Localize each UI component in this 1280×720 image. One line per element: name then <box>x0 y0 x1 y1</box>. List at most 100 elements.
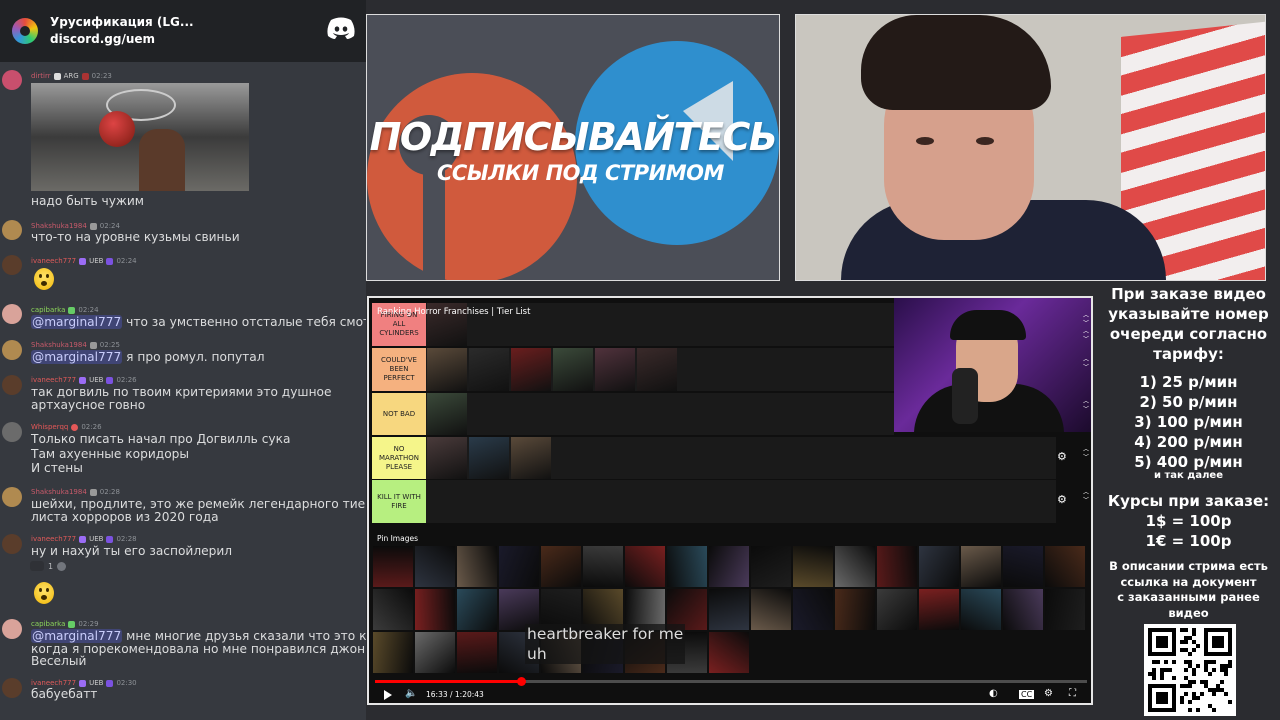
video-player[interactable]: FIRING ON ALL CYLINDERS COULD'VE BEEN PER… <box>367 296 1093 705</box>
message-text-line: артхаусное говно <box>31 398 146 412</box>
pin-thumbnail[interactable] <box>877 546 917 587</box>
badge-icon <box>71 424 79 431</box>
username[interactable]: capibarka <box>31 306 65 315</box>
movie-thumbnail[interactable] <box>511 348 551 391</box>
username[interactable]: ivaneech777 <box>31 535 76 544</box>
pin-thumbnail[interactable] <box>751 589 791 630</box>
username[interactable]: Whisperqq <box>31 423 68 432</box>
pin-thumbnail[interactable] <box>583 546 623 587</box>
pin-thumbnail[interactable] <box>709 546 749 587</box>
tier-move-icon[interactable]: ︿ ﹀ <box>1083 489 1089 505</box>
pin-thumbnail[interactable] <box>1045 589 1085 630</box>
add-reaction-icon[interactable] <box>57 561 67 571</box>
tier-label[interactable]: NO MARATHON PLEASE <box>372 437 426 479</box>
message-text: @marginal777 что за умственно отсталые т… <box>31 315 366 330</box>
pin-thumbnail[interactable] <box>1045 546 1085 587</box>
pin-thumbnail[interactable] <box>457 632 497 673</box>
price-etc: и так далее <box>1153 470 1223 481</box>
fullscreen-icon[interactable]: ⛶ <box>1069 688 1076 699</box>
video-title[interactable]: Ranking Horror Franchises | Tier List <box>377 307 530 317</box>
pin-thumbnail[interactable] <box>835 546 875 587</box>
pin-thumbnail[interactable] <box>919 546 959 587</box>
tier-move-icon[interactable]: ︿ ﹀ ︿ ﹀ <box>1083 312 1089 344</box>
badge-icon <box>79 536 87 543</box>
pin-thumbnail[interactable] <box>373 589 413 630</box>
movie-thumbnail[interactable] <box>427 348 467 391</box>
pin-thumbnail[interactable] <box>415 589 455 630</box>
tier-label[interactable]: KILL IT WITH FIRE <box>372 480 426 523</box>
movie-thumbnail[interactable] <box>511 437 551 479</box>
movie-thumbnail[interactable] <box>427 437 467 479</box>
tier-settings-gear-icon[interactable]: ⚙ <box>1057 450 1067 463</box>
chat-header: Урусификация (LG... discord.gg/uem <box>0 0 366 62</box>
pin-thumbnail[interactable] <box>457 589 497 630</box>
pin-thumbnail[interactable] <box>373 546 413 587</box>
pin-thumbnail[interactable] <box>919 589 959 630</box>
username[interactable]: capibarka <box>31 620 65 629</box>
pin-thumbnail[interactable] <box>793 589 833 630</box>
message-meta: capibarka 02:24 <box>31 306 99 315</box>
username[interactable]: ivaneech777 <box>31 376 76 385</box>
message-meta: Shakshuka1984 02:28 <box>31 488 120 497</box>
captions-icon[interactable]: CC <box>1019 690 1035 699</box>
message-meta: ivaneech777 UEB 02:26 <box>31 376 137 385</box>
server-info: Урусификация (LG... discord.gg/uem <box>50 14 194 48</box>
username[interactable]: Shakshuka1984 <box>31 488 87 497</box>
settings-gear-icon[interactable]: ⚙ <box>1044 688 1053 699</box>
pin-thumbnail[interactable] <box>793 546 833 587</box>
server-link[interactable]: discord.gg/uem <box>50 31 194 48</box>
embedded-image[interactable] <box>31 83 249 191</box>
pin-thumbnail[interactable] <box>709 589 749 630</box>
tier-move-icon[interactable]: ︿ ﹀ <box>1083 398 1089 414</box>
username[interactable]: dirtirr <box>31 72 51 81</box>
badge-icon <box>89 342 97 349</box>
tier-move-icon[interactable]: ︿ ﹀ <box>1083 446 1089 462</box>
pin-thumbnail[interactable] <box>373 632 413 673</box>
movie-thumbnail[interactable] <box>469 348 509 391</box>
player-figure <box>139 129 185 191</box>
pin-thumbnail[interactable] <box>457 546 497 587</box>
pin-thumbnail[interactable] <box>625 546 665 587</box>
mention[interactable]: @marginal777 <box>31 629 123 643</box>
reaction-emoji-icon <box>30 561 44 571</box>
server-name: Урусификация (LG... <box>50 15 194 29</box>
play-icon[interactable] <box>384 690 392 700</box>
timestamp: 02:28 <box>99 488 120 496</box>
pin-thumbnail[interactable] <box>751 546 791 587</box>
tier-label[interactable]: NOT BAD <box>372 393 426 435</box>
pin-row <box>373 589 1091 630</box>
pin-thumbnail[interactable] <box>961 589 1001 630</box>
movie-thumbnail[interactable] <box>469 437 509 479</box>
webcam-feed <box>795 14 1266 281</box>
discord-chat-overlay: Урусификация (LG... discord.gg/uem dirti… <box>0 0 366 720</box>
reaction[interactable]: 1 <box>30 561 67 571</box>
movie-thumbnail[interactable] <box>637 348 677 391</box>
pin-thumbnail[interactable] <box>499 546 539 587</box>
pin-thumbnail[interactable] <box>667 546 707 587</box>
pin-thumbnail[interactable] <box>877 589 917 630</box>
pin-thumbnail[interactable] <box>961 546 1001 587</box>
pin-thumbnail[interactable] <box>1003 546 1043 587</box>
username[interactable]: Shakshuka1984 <box>31 341 87 350</box>
movie-thumbnail[interactable] <box>427 393 467 435</box>
movie-thumbnail[interactable] <box>595 348 635 391</box>
tier-settings-gear-icon[interactable]: ⚙ <box>1057 493 1067 506</box>
pin-thumbnail[interactable] <box>835 589 875 630</box>
mention[interactable]: @marginal777 <box>31 350 123 364</box>
pin-thumbnail[interactable] <box>415 546 455 587</box>
username[interactable]: ivaneech777 <box>31 257 76 266</box>
course-eur: 1€ = 100р <box>1145 532 1232 550</box>
pin-thumbnail[interactable] <box>709 632 749 673</box>
tier-move-icon[interactable]: ︿ ﹀ <box>1083 356 1089 372</box>
autoplay-toggle-icon[interactable]: ◐ <box>989 688 998 699</box>
mention[interactable]: @marginal777 <box>31 315 123 329</box>
pin-thumbnail[interactable] <box>415 632 455 673</box>
progress-bar[interactable] <box>375 677 1087 686</box>
pin-images-grid <box>373 546 1091 675</box>
tier-label[interactable]: COULD'VE BEEN PERFECT <box>372 348 426 391</box>
pin-thumbnail[interactable] <box>1003 589 1043 630</box>
progress-scrubber[interactable] <box>516 677 526 686</box>
movie-thumbnail[interactable] <box>553 348 593 391</box>
pin-thumbnail[interactable] <box>541 546 581 587</box>
volume-icon[interactable]: 🔈 <box>405 688 417 699</box>
